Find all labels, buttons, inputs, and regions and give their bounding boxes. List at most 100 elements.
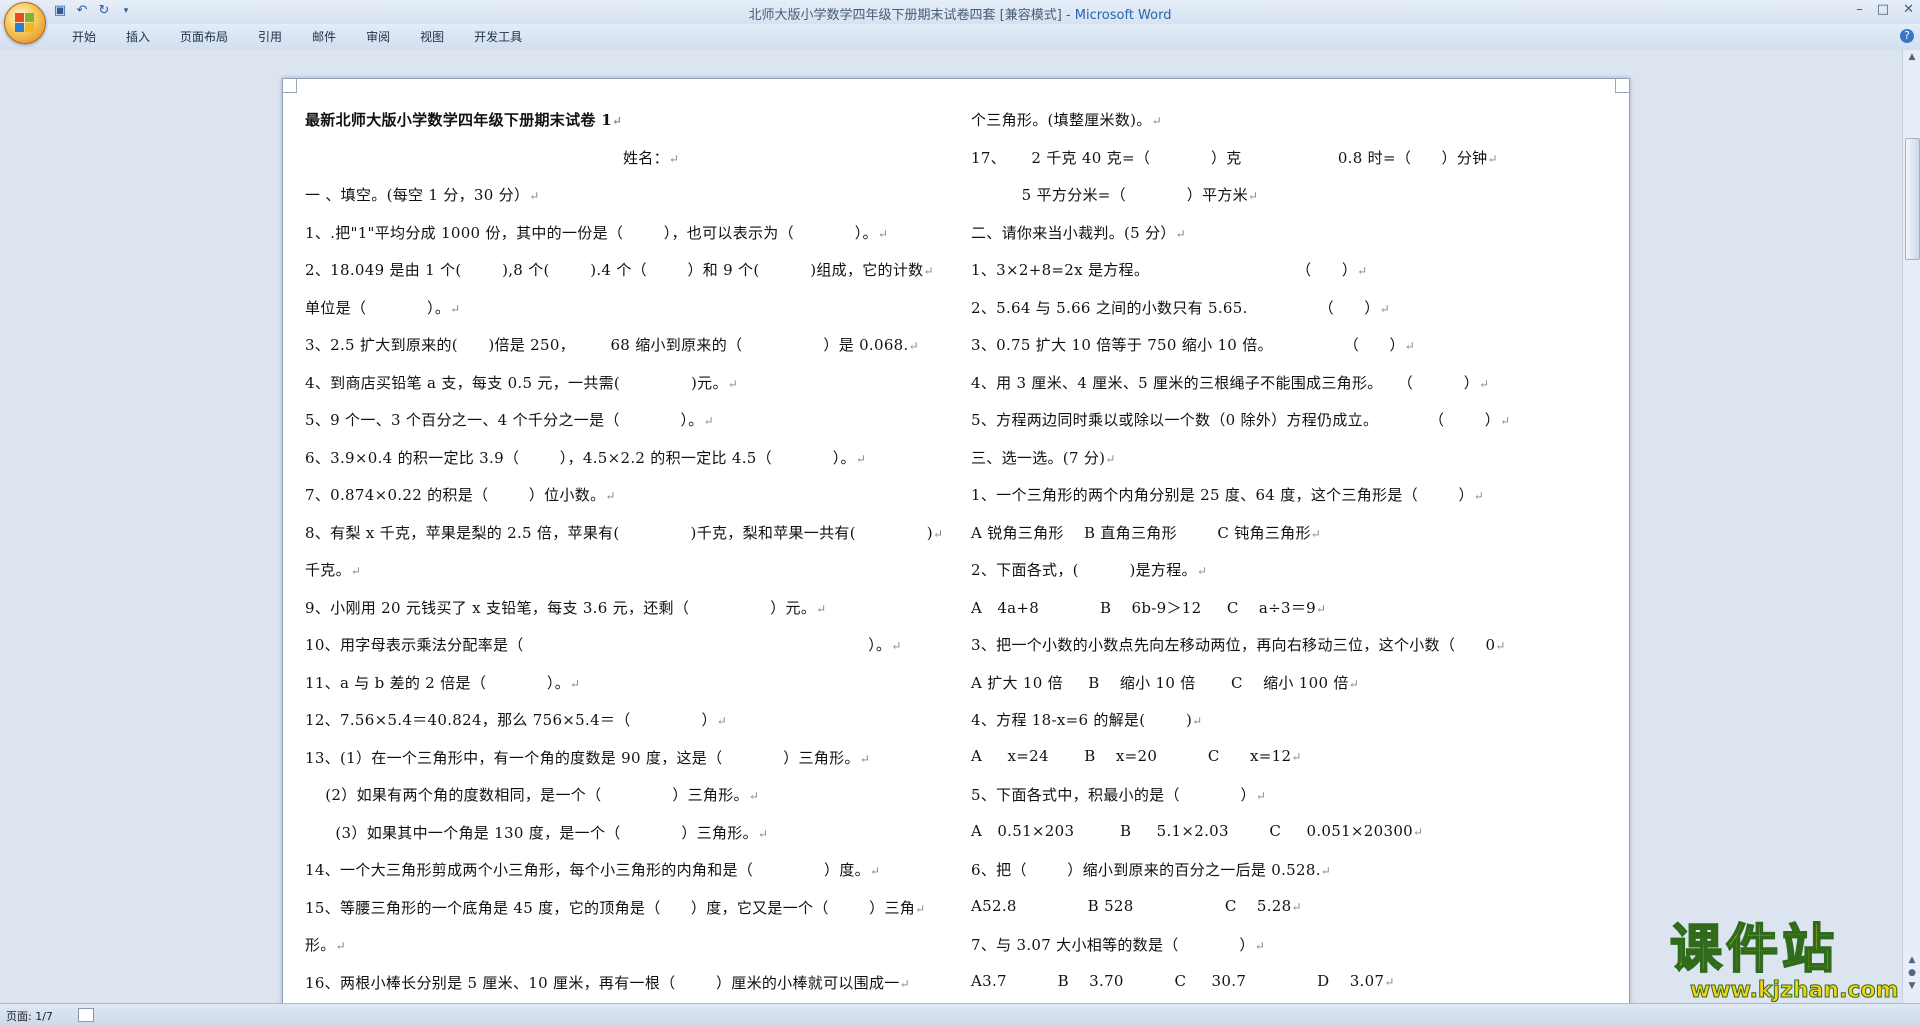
paragraph-mark-icon: ↵ [1291,899,1302,914]
left-column-line: 6、3.9×0.4 的积一定比 3.9（ ），4.5×2.2 的积一定比 4.5… [305,448,867,467]
paragraph-mark-icon: ↵ [891,639,902,653]
paragraph-mark-icon: ↵ [1247,189,1259,203]
right-column-line: 个三角形。(填整厘米数)。↵ [971,111,1162,129]
window-title: 北师大版小学数学四年级下册期末试卷四套 [兼容模式] - Microsoft W… [748,8,1172,23]
left-column-line: (3）如果其中一个角是 130 度，是一个（ ）三角形。↵ [305,823,769,842]
left-column-line: 形。↵ [305,936,346,954]
right-column-line: 6、把（ ）缩小到原来的百分之一后是 0.528.↵ [971,861,1332,879]
ribbon-tab[interactable]: 邮件 [300,29,348,45]
right-column-line: 二、请你来当小裁判。(5 分）↵ [971,223,1187,242]
paragraph-mark-icon: ↵ [915,901,926,916]
prev-page-icon[interactable]: ▲ [1906,955,1918,965]
left-column-line: 2、18.049 是由 1 个( ),8 个( ).4 个（ ）和 9 个( )… [305,261,934,279]
paragraph-mark-icon: ↵ [1404,339,1416,353]
scrollbar-thumb[interactable] [1905,138,1920,260]
right-column-line: 1、一个三角形的两个内角分别是 25 度、64 度，这个三角形是（ ）↵ [971,486,1485,504]
paragraph-mark-icon: ↵ [1357,264,1368,278]
paragraph-mark-icon: ↵ [727,376,739,391]
paragraph-mark-icon: ↵ [816,601,827,616]
paragraph-mark-icon: ↵ [529,189,540,203]
right-column-line: 5、下面各式中，积最小的是（ ）↵ [971,786,1267,804]
maximize-icon[interactable]: □ [1877,2,1889,17]
ribbon-tab[interactable]: 开始 [60,29,108,45]
paragraph-mark-icon: ↵ [908,339,919,353]
help-icon[interactable]: ? [1900,29,1914,43]
left-column-line: 14、一个大三角形剪成两个小三角形，每个小三角形的内角和是（ ）度。↵ [305,861,881,879]
paragraph-mark-icon: ↵ [1320,864,1332,878]
left-column-line: 16、两根小棒长分别是 5 厘米、10 厘米，再有一根（ ）厘米的小棒就可以围成… [305,973,910,992]
paragraph-mark-icon: ↵ [335,939,346,953]
paragraph-mark-icon: ↵ [1348,676,1360,691]
exam-title: 最新北师大版小学数学四年级下册期末试卷 1↵ [305,111,623,129]
ribbon-tab[interactable]: 插入 [114,29,162,45]
paragraph-mark-icon: ↵ [350,564,362,578]
paragraph-mark-icon: ↵ [1254,939,1266,953]
paragraph-mark-icon: ↵ [1196,564,1208,578]
paragraph-mark-icon: ↵ [1175,226,1187,241]
right-column-line: A 锐角三角形 B 直角三角形 C 钝角三角形↵ [971,523,1322,542]
minimize-icon[interactable]: – [1856,2,1863,17]
left-column-line: 9、小刚用 20 元钱买了 x 支铅笔，每支 3.6 元，还剩（ ）元。↵ [305,598,827,617]
office-button[interactable] [4,2,46,44]
right-column-line: 5 平方分米=（ ）平方米↵ [971,186,1259,204]
app-name: Microsoft Word [1074,8,1172,23]
left-column-line: 单位是（ ）。↵ [305,298,461,317]
ribbon-tab[interactable]: 页面布局 [168,29,240,45]
right-column-line: 17、 2 千克 40 克=（ ）克 0.8 时=（ ）分钟↵ [971,148,1498,167]
ribbon: 开始 插入 页面布局 引用 邮件 审阅 视图 开发工具 ? [0,24,1920,51]
ribbon-tab[interactable]: 审阅 [354,29,402,45]
paragraph-mark-icon: ↵ [450,301,461,316]
ribbon-tab[interactable]: 开发工具 [462,29,534,45]
ribbon-tab[interactable]: 引用 [246,29,294,45]
paragraph-mark-icon: ↵ [1310,526,1322,541]
right-column-line: 7、与 3.07 大小相等的数是（ ）↵ [971,936,1266,954]
title-bar: ▣ ↶ ↻ ▾ 北师大版小学数学四年级下册期末试卷四套 [兼容模式] - Mic… [0,0,1920,44]
paragraph-mark-icon: ↵ [869,864,881,878]
left-column-line: 5、9 个一、3 个百分之一、4 个千分之一是（ ）。↵ [305,411,714,429]
ribbon-tabs: 开始 插入 页面布局 引用 邮件 审阅 视图 开发工具 [60,29,540,45]
paragraph-mark-icon: ↵ [668,151,680,166]
right-column-line: A 扩大 10 倍 B 缩小 10 倍 C 缩小 100 倍↵ [971,673,1360,692]
left-column-line: 一 、填空。(每空 1 分，30 分）↵ [305,186,540,204]
close-icon[interactable]: ✕ [1903,2,1914,17]
paragraph-mark-icon: ↵ [605,489,616,503]
watermark-logo: 课件站 www.kjzhan.com [1669,919,1900,1004]
window-controls: – □ ✕ [1856,2,1914,17]
paragraph-mark-icon: ↵ [1495,639,1506,653]
paragraph-mark-icon: ↵ [1379,301,1391,316]
next-page-icon[interactable]: ▼ [1906,981,1918,991]
left-column-line: 10、用字母表示乘法分配率是（ ）。↵ [305,636,902,654]
right-column-line: 3、0.75 扩大 10 倍等于 750 缩小 10 倍。 （ ）↵ [971,336,1416,354]
right-column-line: A 0.51×203 B 5.1×2.03 C 0.051×20300↵ [971,821,1424,840]
left-column-line: (2）如果有两个角的度数相同，是一个（ ）三角形。↵ [305,786,760,804]
paragraph-mark-icon: ↵ [877,226,889,241]
paragraph-mark-icon: ↵ [1500,414,1511,428]
paragraph-mark-icon: ↵ [932,526,944,541]
left-column-line: 7、0.874×0.22 的积是（ ）位小数。↵ [305,486,616,504]
paragraph-mark-icon: ↵ [1479,376,1490,391]
right-column-line: 2、下面各式，( )是方程。↵ [971,561,1208,579]
right-column-line: 5、方程两边同时乘以或除以一个数（0 除外）方程仍成立。 （ ）↵ [971,411,1511,429]
right-column-line: 1、3×2+8=2x 是方程。 （ ）↵ [971,261,1368,279]
document-title: 北师大版小学数学四年级下册期末试卷四套 [兼容模式] [748,8,1062,23]
paragraph-mark-icon: ↵ [1255,789,1267,803]
ribbon-tab[interactable]: 视图 [408,29,456,45]
paragraph-mark-icon: ↵ [899,976,910,991]
left-column-line: 15、等腰三角形的一个底角是 45 度，它的顶角是（ ）度，它又是一个（ ）三角… [305,898,926,917]
left-column-line: 4、到商店买铅笔 a 支，每支 0.5 元，一共需( )元。↵ [305,373,739,392]
browse-object-icon[interactable]: ● [1906,968,1918,978]
paragraph-mark-icon: ↵ [1384,974,1395,989]
right-column-line: 2、5.64 与 5.66 之间的小数只有 5.65. （ ）↵ [971,298,1391,317]
paragraph-mark-icon: ↵ [923,264,934,278]
paragraph-mark-icon: ↵ [1473,489,1485,503]
paragraph-mark-icon: ↵ [1291,749,1302,764]
paragraph-mark-icon: ↵ [1105,451,1116,466]
paragraph-mark-icon: ↵ [1413,824,1424,839]
document-page[interactable]: 最新北师大版小学数学四年级下册期末试卷 1↵ 姓名：↵ 一 、填空。(每空 1 分，… [282,78,1630,1003]
scroll-up-icon[interactable]: ▲ [1906,52,1918,62]
vertical-scrollbar[interactable]: ▲ ▲ ● ▼ [1902,50,1920,1003]
proofing-icon[interactable] [78,1008,94,1022]
page-indicator[interactable]: 页面: 1/7 [6,1008,53,1024]
right-column-line: A52.8 B 528 C 5.28↵ [971,896,1302,915]
office-logo-icon [15,13,35,33]
